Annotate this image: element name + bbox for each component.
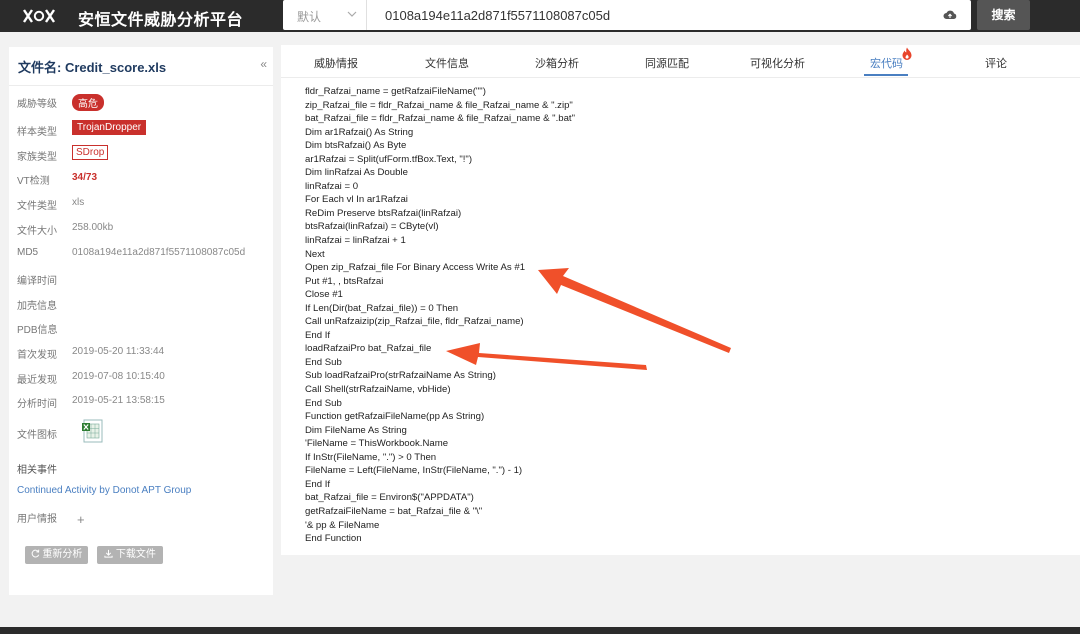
code-line: If InStr(FileName, ".") > 0 Then xyxy=(305,451,437,463)
pdb-info-label: PDB信息 xyxy=(17,325,58,336)
app-title: 安恒文件威胁分析平台 xyxy=(78,12,244,29)
code-line: 'FileName = ThisWorkbook.Name xyxy=(305,438,449,450)
code-line: getRafzaiFileName = bat_Rafzai_file & "\… xyxy=(305,505,483,517)
code-line: ReDim Preserve btsRafzai(linRafzai) xyxy=(305,207,462,219)
file-type-label: 文件类型 xyxy=(17,201,57,212)
last-seen-label: 最近发现 xyxy=(17,375,57,386)
tab-visualization[interactable]: 可视化分析 xyxy=(750,55,805,71)
cloud-upload-icon[interactable] xyxy=(943,9,957,21)
macro-code-block: fldr_Rafzai_name = getRafzaiFileName("")… xyxy=(305,85,575,546)
tab-homology[interactable]: 同源匹配 xyxy=(645,55,689,71)
analysis-time-label: 分析时间 xyxy=(17,399,57,410)
related-events-label: 相关事件 xyxy=(17,465,57,476)
tab-sandbox[interactable]: 沙箱分析 xyxy=(535,55,579,71)
code-line: Sub loadRafzaiPro(strRafzaiName As Strin… xyxy=(305,370,496,382)
md5-value: 0108a194e11a2d871f5571108087c05d xyxy=(72,247,246,258)
code-line: bat_Rafzai_file = fldr_Rafzai_name & fil… xyxy=(305,113,575,125)
code-line: End Sub xyxy=(305,397,342,409)
first-seen-value: 2019-05-20 11:33:44 xyxy=(72,346,165,357)
code-line: '& pp & FileName xyxy=(305,519,380,531)
file-size-value: 258.00kb xyxy=(72,222,114,233)
threat-level-badge: 高危 xyxy=(72,94,104,111)
file-info-panel: 文件名: Credit_score.xls « 威胁等级 高危 样本类型 Tro… xyxy=(9,47,273,595)
code-line: FileName = Left(FileName, InStr(FileName… xyxy=(305,465,523,477)
refresh-icon xyxy=(31,549,39,558)
code-line: Dim ar1Rafzai() As String xyxy=(305,126,414,138)
search-button[interactable]: 搜索 xyxy=(977,0,1030,30)
collapse-button[interactable]: « xyxy=(260,57,267,71)
search-box: 默认 0108a194e11a2d871f5571108087c05d xyxy=(283,0,971,30)
code-line: End Sub xyxy=(305,356,342,368)
bottom-bar xyxy=(0,627,1080,634)
code-line: For Each vl In ar1Rafzai xyxy=(305,194,408,206)
code-line: linRafzai = linRafzai + 1 xyxy=(305,235,406,247)
code-line: Close #1 xyxy=(305,289,343,301)
code-line: Dim btsRafzai() As Byte xyxy=(305,140,407,152)
content-panel: 威胁情报 文件信息 沙箱分析 同源匹配 可视化分析 宏代码 评论 fldr_Ra… xyxy=(281,45,1080,555)
active-tab-indicator xyxy=(864,74,908,76)
threat-level-label: 威胁等级 xyxy=(17,99,57,110)
chevron-down-icon xyxy=(347,11,357,17)
tab-file-info[interactable]: 文件信息 xyxy=(425,55,469,71)
related-event-link[interactable]: Continued Activity by Donot APT Group xyxy=(17,485,191,496)
code-line: linRafzai = 0 xyxy=(305,180,359,192)
divider xyxy=(9,85,273,86)
last-seen-value: 2019-07-08 10:15:40 xyxy=(72,371,165,382)
code-line: Function getRafzaiFileName(pp As String) xyxy=(305,411,485,423)
tab-threat-intel[interactable]: 威胁情报 xyxy=(314,55,358,71)
file-icon-label: 文件图标 xyxy=(17,430,57,441)
add-intel-button[interactable]: + xyxy=(77,512,85,527)
code-line: btsRafzai(linRafzai) = CByte(vl) xyxy=(305,221,439,233)
family-type-label: 家族类型 xyxy=(17,152,57,163)
vt-label: VT检测 xyxy=(17,176,50,187)
tab-bar: 威胁情报 文件信息 沙箱分析 同源匹配 可视化分析 宏代码 评论 xyxy=(281,45,1080,78)
code-line: zip_Rafzai_file = fldr_Rafzai_name & fil… xyxy=(305,99,573,111)
download-button[interactable]: 下载文件 xyxy=(97,546,163,564)
code-line: Dim linRafzai As Double xyxy=(305,167,408,179)
code-line: Dim FileName As String xyxy=(305,424,407,436)
download-label: 下载文件 xyxy=(115,549,156,560)
code-line: Call unRafzaizip(zip_Rafzai_file, fldr_R… xyxy=(305,316,524,328)
file-name-title: 文件名: Credit_score.xls xyxy=(18,60,167,75)
tab-macro-code[interactable]: 宏代码 xyxy=(870,55,903,71)
download-icon xyxy=(104,549,113,558)
search-type-value: 默认 xyxy=(297,10,322,24)
file-type-value: xls xyxy=(72,197,85,208)
top-bar: 安恒文件威胁分析平台 默认 0108a194e11a2d871f55711080… xyxy=(0,0,1080,32)
code-line: bat_Rafzai_file = Environ$("APPDATA") xyxy=(305,492,474,504)
code-line: End If xyxy=(305,478,331,490)
search-input[interactable]: 0108a194e11a2d871f5571108087c05d xyxy=(385,8,610,23)
search-type-select[interactable]: 默认 xyxy=(283,0,367,30)
md5-label: MD5 xyxy=(17,247,39,258)
code-line: Put #1, , btsRafzai xyxy=(305,275,384,287)
code-line: fldr_Rafzai_name = getRafzaiFileName("") xyxy=(305,86,486,97)
code-line: Next xyxy=(305,248,325,260)
first-seen-label: 首次发现 xyxy=(17,350,57,361)
logo-icon xyxy=(23,9,55,23)
file-size-label: 文件大小 xyxy=(17,226,57,237)
sample-type-label: 样本类型 xyxy=(17,127,57,138)
code-line: End Function xyxy=(305,533,362,545)
vt-value: 34/73 xyxy=(72,172,98,183)
user-intel-label: 用户情报 xyxy=(17,514,57,525)
tab-comments[interactable]: 评论 xyxy=(985,55,1007,71)
code-line: If Len(Dir(bat_Rafzai_file)) = 0 Then xyxy=(305,302,459,314)
reanalyze-label: 重新分析 xyxy=(42,549,83,560)
family-type-badge: SDrop xyxy=(72,145,109,160)
sample-type-badge: TrojanDropper xyxy=(72,120,147,135)
reanalyze-button[interactable]: 重新分析 xyxy=(25,546,88,564)
code-line: ar1Rafzai = Split(ufForm.tfBox.Text, "!"… xyxy=(305,153,473,165)
packer-info-label: 加壳信息 xyxy=(17,301,57,312)
code-line: End If xyxy=(305,329,331,341)
analysis-time-value: 2019-05-21 13:58:15 xyxy=(72,395,165,406)
fire-icon xyxy=(902,47,912,60)
compile-time-label: 编译时间 xyxy=(17,276,57,287)
code-line: Call Shell(strRafzaiName, vbHide) xyxy=(305,384,451,396)
excel-file-icon xyxy=(82,419,103,443)
code-line: loadRafzaiPro bat_Rafzai_file xyxy=(305,343,432,355)
code-line: Open zip_Rafzai_file For Binary Access W… xyxy=(305,262,526,274)
